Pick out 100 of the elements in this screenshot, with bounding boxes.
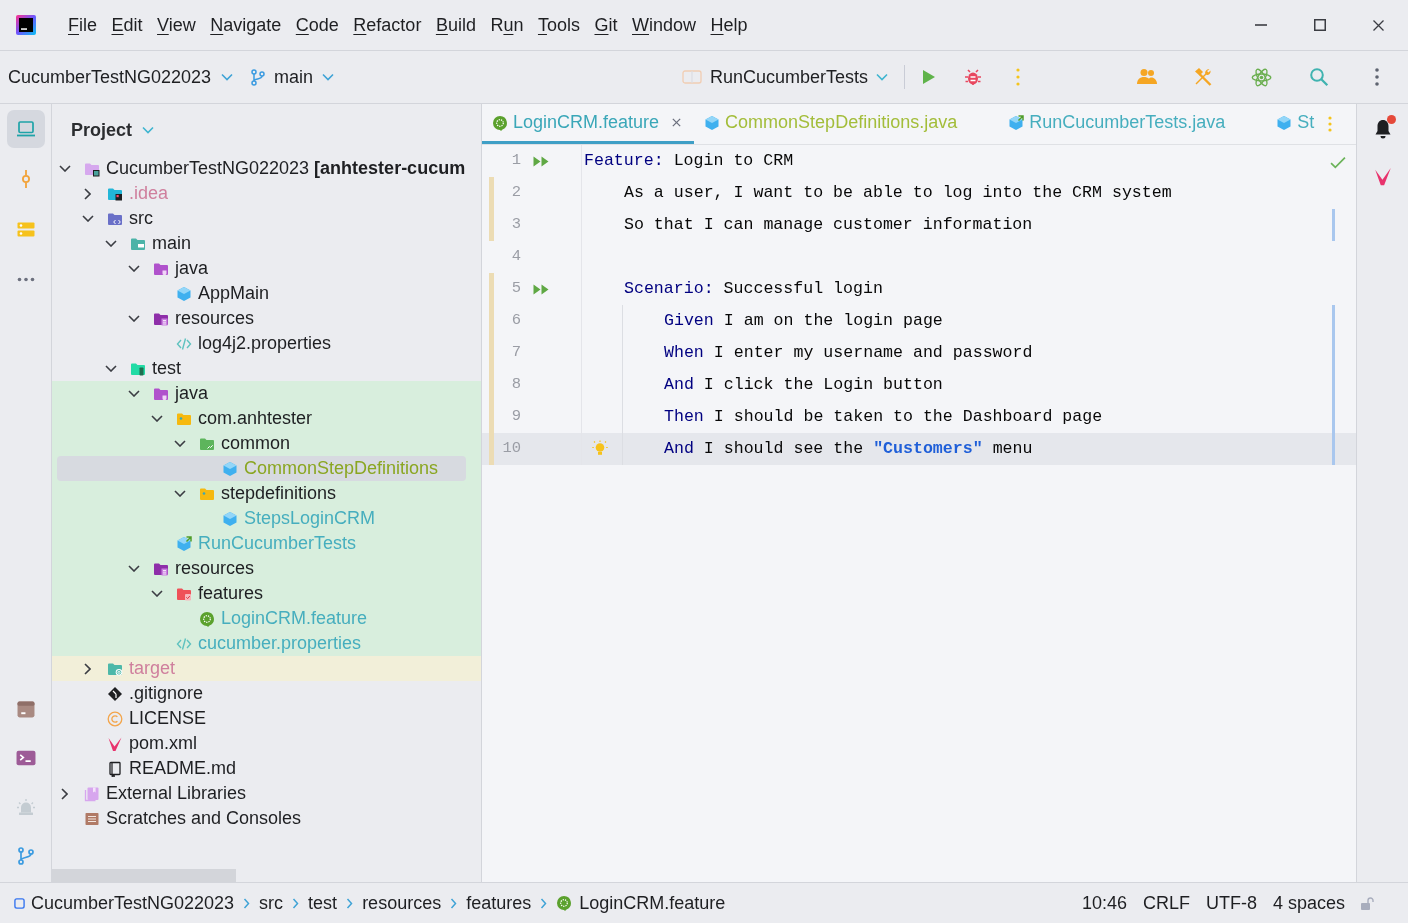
breadcrumb-item[interactable]: LoginCRM.feature	[556, 889, 726, 917]
tree-item[interactable]: main	[57, 231, 466, 256]
people-icon[interactable]	[1136, 67, 1158, 87]
chevron-right-icon[interactable]	[84, 662, 91, 675]
breadcrumb-item[interactable]: features	[466, 889, 532, 917]
line-number: 9	[510, 406, 521, 428]
close-icon	[1373, 19, 1384, 31]
breadcrumb-item[interactable]: test	[308, 889, 338, 917]
breadcrumb-item[interactable]: CucumberTestNG022023	[14, 889, 235, 917]
tree-item[interactable]: CucumberTestNG022023 [anhtester-cucum	[57, 156, 466, 181]
line-number: 4	[510, 246, 521, 268]
tree-item[interactable]: log4j2.properties	[57, 331, 466, 356]
tree-item[interactable]: java	[57, 381, 466, 406]
tree-item[interactable]: README.md	[57, 756, 466, 781]
line-number: 7	[510, 342, 521, 364]
menu-item[interactable]: Help	[710, 16, 748, 34]
cucumber-icon	[199, 610, 215, 627]
chevron-down-icon	[322, 73, 335, 81]
search-icon[interactable]	[1309, 67, 1329, 87]
cucumber-icon	[556, 895, 573, 911]
chevron-down-icon[interactable]	[174, 440, 186, 447]
branch-dropdown[interactable]: main	[251, 63, 335, 91]
chevron-right-icon	[292, 897, 300, 909]
chevron-down-icon	[876, 73, 888, 81]
menu-item[interactable]: Git	[594, 16, 618, 34]
double-play-icon[interactable]	[532, 154, 550, 168]
breadcrumb-item[interactable]: src	[259, 889, 284, 917]
panel-title-dropdown[interactable]: Project	[71, 116, 155, 144]
tree-item[interactable]: com.anhtester	[57, 406, 466, 431]
tree-item[interactable]: common	[57, 431, 466, 456]
more-icon[interactable]	[1375, 68, 1379, 86]
chevron-down-icon[interactable]	[128, 565, 140, 572]
bell-icon[interactable]	[1372, 118, 1393, 140]
run-config-dropdown[interactable]: RunCucumberTests	[681, 63, 888, 91]
tree-item[interactable]: External Libraries	[57, 781, 466, 806]
branch-icon	[17, 846, 34, 866]
tree-item[interactable]: LICENSE	[57, 706, 466, 731]
atom-icon[interactable]	[1251, 66, 1272, 88]
workspace-dropdown[interactable]: CucumberTestNG022023	[8, 63, 234, 91]
code-line: So that I can manage customer information	[624, 213, 1033, 236]
tree-item[interactable]: .gitignore	[57, 681, 466, 706]
menu-item[interactable]: Code	[295, 16, 339, 34]
copyright-icon	[107, 710, 123, 727]
chevron-down-icon[interactable]	[174, 490, 186, 497]
chevron-down-icon[interactable]	[151, 590, 163, 597]
code-line: When I enter my username and password	[664, 341, 1033, 364]
menu-item[interactable]: Navigate	[210, 16, 282, 34]
book-icon	[107, 760, 123, 777]
chevron-right-icon	[450, 897, 458, 909]
cube-icon	[222, 460, 238, 477]
status-widget[interactable]: UTF-8	[1205, 889, 1257, 917]
menu-item[interactable]: Run	[490, 16, 524, 34]
chevron-down-icon[interactable]	[105, 240, 117, 247]
status-widget[interactable]: 4 spaces	[1272, 889, 1345, 917]
menu-item[interactable]: Window	[632, 16, 697, 34]
chevron-down-icon[interactable]	[59, 165, 71, 172]
chevron-down-icon	[142, 126, 155, 134]
tree-item[interactable]: resources	[57, 556, 466, 581]
tool-window-button[interactable]	[6, 110, 45, 148]
line-number: 8	[510, 374, 521, 396]
double-play-icon[interactable]	[532, 282, 550, 296]
chevron-down-icon[interactable]	[82, 215, 94, 222]
code-tag-icon	[176, 635, 192, 652]
tree-item[interactable]: AppMain	[57, 281, 466, 306]
status-widget[interactable]: CRLF	[1142, 889, 1190, 917]
chevron-right-icon[interactable]	[84, 187, 91, 200]
tree-item[interactable]: src	[57, 206, 466, 231]
v-logo-icon[interactable]	[1373, 167, 1392, 187]
tree-item[interactable]: features	[57, 581, 466, 606]
menu-item[interactable]: File	[68, 16, 97, 34]
check-icon[interactable]	[1330, 156, 1346, 169]
menu-item[interactable]: Tools	[537, 16, 580, 34]
scrollbar[interactable]	[52, 869, 236, 882]
tree-item[interactable]: Scratches and Consoles	[57, 806, 466, 831]
chevron-down-icon[interactable]	[151, 415, 163, 422]
bug-icon[interactable]	[963, 67, 983, 87]
menu-item[interactable]: Refactor	[353, 16, 422, 34]
line-number: 2	[510, 182, 521, 204]
tools-icon[interactable]	[1193, 67, 1213, 87]
tree-item[interactable]: java	[57, 256, 466, 281]
maximize-icon	[1313, 19, 1326, 31]
cube-arrow-icon	[1008, 114, 1025, 131]
chevron-down-icon[interactable]	[128, 390, 140, 397]
chevron-right-icon[interactable]	[61, 787, 68, 800]
tree-item[interactable]: resources	[57, 306, 466, 331]
app-logo[interactable]	[16, 15, 36, 35]
tree-item[interactable]: test	[57, 356, 466, 381]
chevron-down-icon[interactable]	[128, 315, 140, 322]
menu-item[interactable]: Build	[435, 16, 476, 34]
menu-item[interactable]: View	[157, 16, 196, 34]
line-number: 10	[501, 438, 521, 460]
breadcrumb-item[interactable]: resources	[362, 889, 442, 917]
menu-item[interactable]: Edit	[111, 16, 143, 34]
tree-item[interactable]: stepdefinitions	[57, 481, 466, 506]
chevron-down-icon[interactable]	[105, 365, 117, 372]
status-widget[interactable]: 10:46	[1081, 889, 1127, 917]
chevron-down-icon[interactable]	[128, 265, 140, 272]
tree-item[interactable]: pom.xml	[57, 731, 466, 756]
close-icon[interactable]	[671, 117, 683, 128]
lock-icon[interactable]	[1360, 895, 1375, 911]
